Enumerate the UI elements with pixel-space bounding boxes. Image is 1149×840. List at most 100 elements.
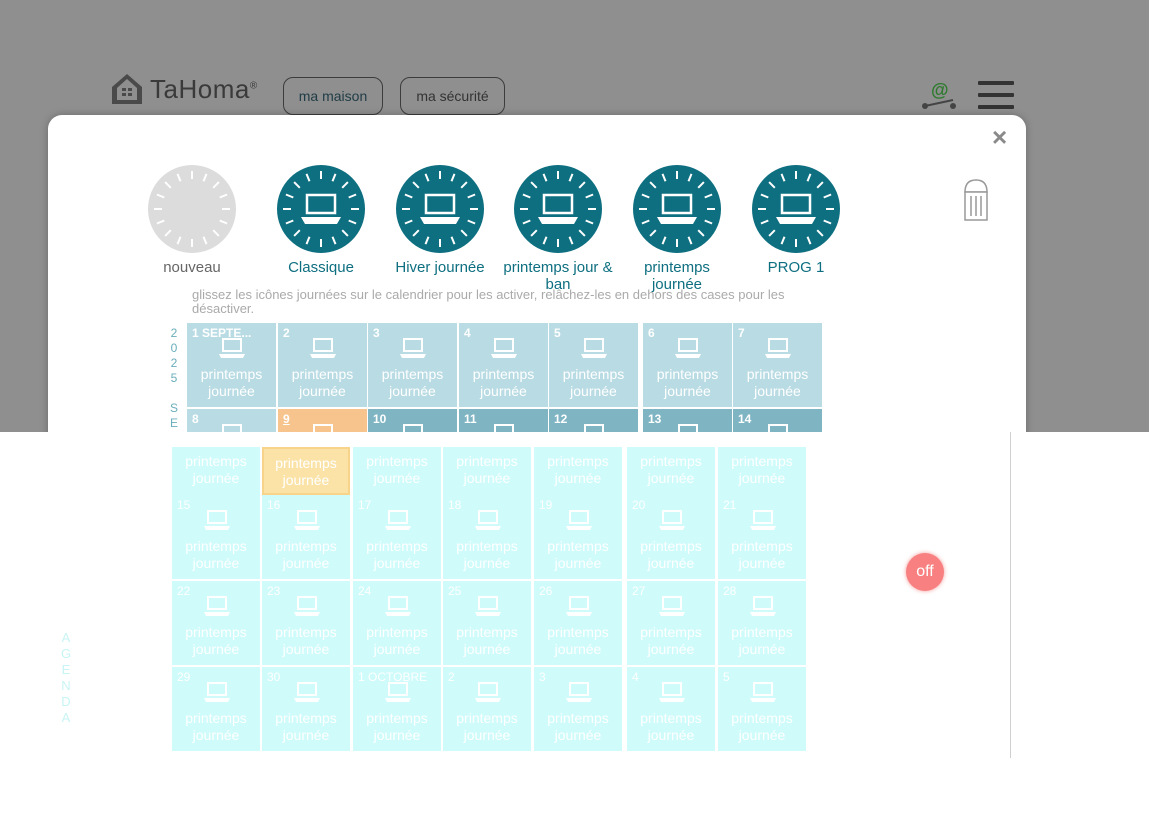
calendar-day-cell[interactable]: 11printemps journée: [443, 447, 531, 495]
laptop-icon: [399, 337, 427, 364]
day-number: 4: [632, 670, 639, 684]
calendar-day-cell[interactable]: 15 printemps journée: [172, 495, 260, 579]
off-toggle[interactable]: off: [906, 553, 944, 591]
calendar-day-cell[interactable]: 26 printemps journée: [534, 581, 622, 665]
laptop-icon: [584, 424, 604, 432]
calendar-day-cell[interactable]: 9printemps journée: [262, 447, 350, 495]
laptop-icon: [749, 595, 777, 622]
laptop-icon: [475, 682, 501, 702]
day-number: 18: [448, 498, 462, 512]
vertical-letter: 5: [170, 371, 178, 385]
program-clock-icon[interactable]: [277, 165, 365, 253]
calendar-day-cell[interactable]: 2 printemps journée: [278, 323, 367, 407]
calendar-day-cell[interactable]: 10printemps journée: [368, 409, 457, 432]
calendar-day-cell[interactable]: 11printemps journée: [459, 409, 548, 432]
calendar-day-cell[interactable]: 24 printemps journée: [353, 581, 441, 665]
day-program-label: printemps journée: [640, 710, 702, 743]
close-icon[interactable]: ×: [992, 124, 1007, 150]
calendar-day-cell[interactable]: 19 printemps journée: [534, 495, 622, 579]
calendar-day-cell[interactable]: 18 printemps journée: [443, 495, 531, 579]
day-program-label: printemps journée: [547, 710, 609, 743]
day-program-label: printemps journée: [185, 453, 247, 486]
divider: [1010, 432, 1011, 758]
calendar-day-cell[interactable]: 23 printemps journée: [262, 581, 350, 665]
calendar-day-cell[interactable]: 4 printemps journée: [459, 323, 548, 407]
laptop-icon: [581, 338, 607, 358]
day-program-label: printemps journée: [291, 366, 354, 399]
day-number: 25: [448, 584, 462, 598]
laptop-icon: [222, 424, 242, 432]
calendar-day-cell[interactable]: 8printemps journée: [172, 447, 260, 495]
calendar-day-cell[interactable]: 1 SEPTE... printemps journée: [187, 323, 276, 407]
program-new-icon[interactable]: [148, 165, 236, 253]
at-network-icon[interactable]: @: [921, 78, 957, 112]
day-program-label: printemps journée: [731, 453, 793, 486]
calendar-day-cell[interactable]: 5 printemps journée: [718, 667, 806, 751]
hamburger-menu-icon[interactable]: [978, 80, 1014, 110]
calendar-day-cell[interactable]: 8printemps journée: [187, 409, 276, 432]
calendar-day-cell[interactable]: 9printemps journée: [278, 409, 367, 432]
calendar-day-cell[interactable]: 20 printemps journée: [627, 495, 715, 579]
day-program-label: printemps journée: [275, 710, 337, 743]
calendar-day-cell[interactable]: 17 printemps journée: [353, 495, 441, 579]
calendar-day-cell[interactable]: 4 printemps journée: [627, 667, 715, 751]
calendar-day-cell[interactable]: 27 printemps journée: [627, 581, 715, 665]
program-item[interactable]: printemps jour & ban: [498, 165, 618, 293]
day-number: 14: [738, 412, 752, 426]
program-item[interactable]: PROG 1: [736, 165, 856, 276]
program-clock-icon[interactable]: [633, 165, 721, 253]
calendar-day-cell[interactable]: 13printemps journée: [643, 409, 732, 432]
vertical-letter: G: [60, 646, 72, 661]
calendar-day-cell[interactable]: 29 printemps journée: [172, 667, 260, 751]
laptop-icon: [749, 681, 777, 708]
calendar-day-cell[interactable]: 14printemps journée: [733, 409, 822, 432]
tab-ma-maison[interactable]: ma maison: [283, 77, 383, 115]
laptop-icon: [659, 596, 685, 616]
calendar-day-cell[interactable]: 3 printemps journée: [534, 667, 622, 751]
program-item[interactable]: nouveau: [132, 165, 252, 276]
laptop-icon: [566, 682, 592, 702]
calendar-day-cell[interactable]: 25 printemps journée: [443, 581, 531, 665]
day-number: 2: [283, 326, 290, 340]
calendar-day-cell[interactable]: 30 printemps journée: [262, 667, 350, 751]
calendar-day-cell[interactable]: 14printemps journée: [718, 447, 806, 495]
day-program-label: printemps journée: [640, 538, 702, 571]
calendar-day-cell[interactable]: 1 OCTOBRE printemps journée: [353, 667, 441, 751]
program-item[interactable]: printemps journée: [617, 165, 737, 293]
laptop-icon: [658, 681, 686, 708]
program-item[interactable]: Hiver journée: [380, 165, 500, 276]
day-program-label: printemps journée: [456, 453, 518, 486]
calendar-day-cell[interactable]: 7 printemps journée: [733, 323, 822, 407]
day-number: 12: [554, 412, 568, 426]
calendar-day-cell[interactable]: 6 printemps journée: [643, 323, 732, 407]
calendar-day-cell[interactable]: 13printemps journée: [627, 447, 715, 495]
calendar-day-cell[interactable]: 21 printemps journée: [718, 495, 806, 579]
program-clock-icon[interactable]: [514, 165, 602, 253]
tab-ma-securite[interactable]: ma sécurité: [400, 77, 505, 115]
laptop-icon: [400, 338, 426, 358]
calendar-day-cell[interactable]: 28 printemps journée: [718, 581, 806, 665]
program-clock-icon[interactable]: [396, 165, 484, 253]
day-program-label: printemps journée: [456, 624, 518, 657]
trash-icon[interactable]: [962, 178, 990, 222]
program-item[interactable]: Classique: [261, 165, 381, 276]
laptop-icon: [475, 596, 501, 616]
calendar-day-cell[interactable]: 3 printemps journée: [368, 323, 457, 407]
calendar-day-cell[interactable]: 10printemps journée: [353, 447, 441, 495]
calendar-day-cell[interactable]: 22 printemps journée: [172, 581, 260, 665]
calendar-day-cell[interactable]: 12printemps journée: [534, 447, 622, 495]
laptop-icon: [219, 338, 245, 358]
day-program-label: printemps journée: [275, 538, 337, 571]
calendar-day-cell[interactable]: 2 printemps journée: [443, 667, 531, 751]
vertical-letter: A: [61, 710, 71, 725]
laptop-icon: [475, 510, 501, 530]
calendar-day-cell[interactable]: 12printemps journée: [549, 409, 638, 432]
tahoma-logo[interactable]: TaHoma®: [110, 72, 258, 106]
program-label: Hiver journée: [395, 259, 485, 276]
calendar-day-cell[interactable]: 16 printemps journée: [262, 495, 350, 579]
vertical-letter: 2: [170, 326, 178, 340]
laptop-icon: [309, 337, 337, 364]
calendar-day-cell[interactable]: 5 printemps journée: [549, 323, 638, 407]
day-number: 6: [648, 326, 655, 340]
program-clock-icon[interactable]: [752, 165, 840, 253]
